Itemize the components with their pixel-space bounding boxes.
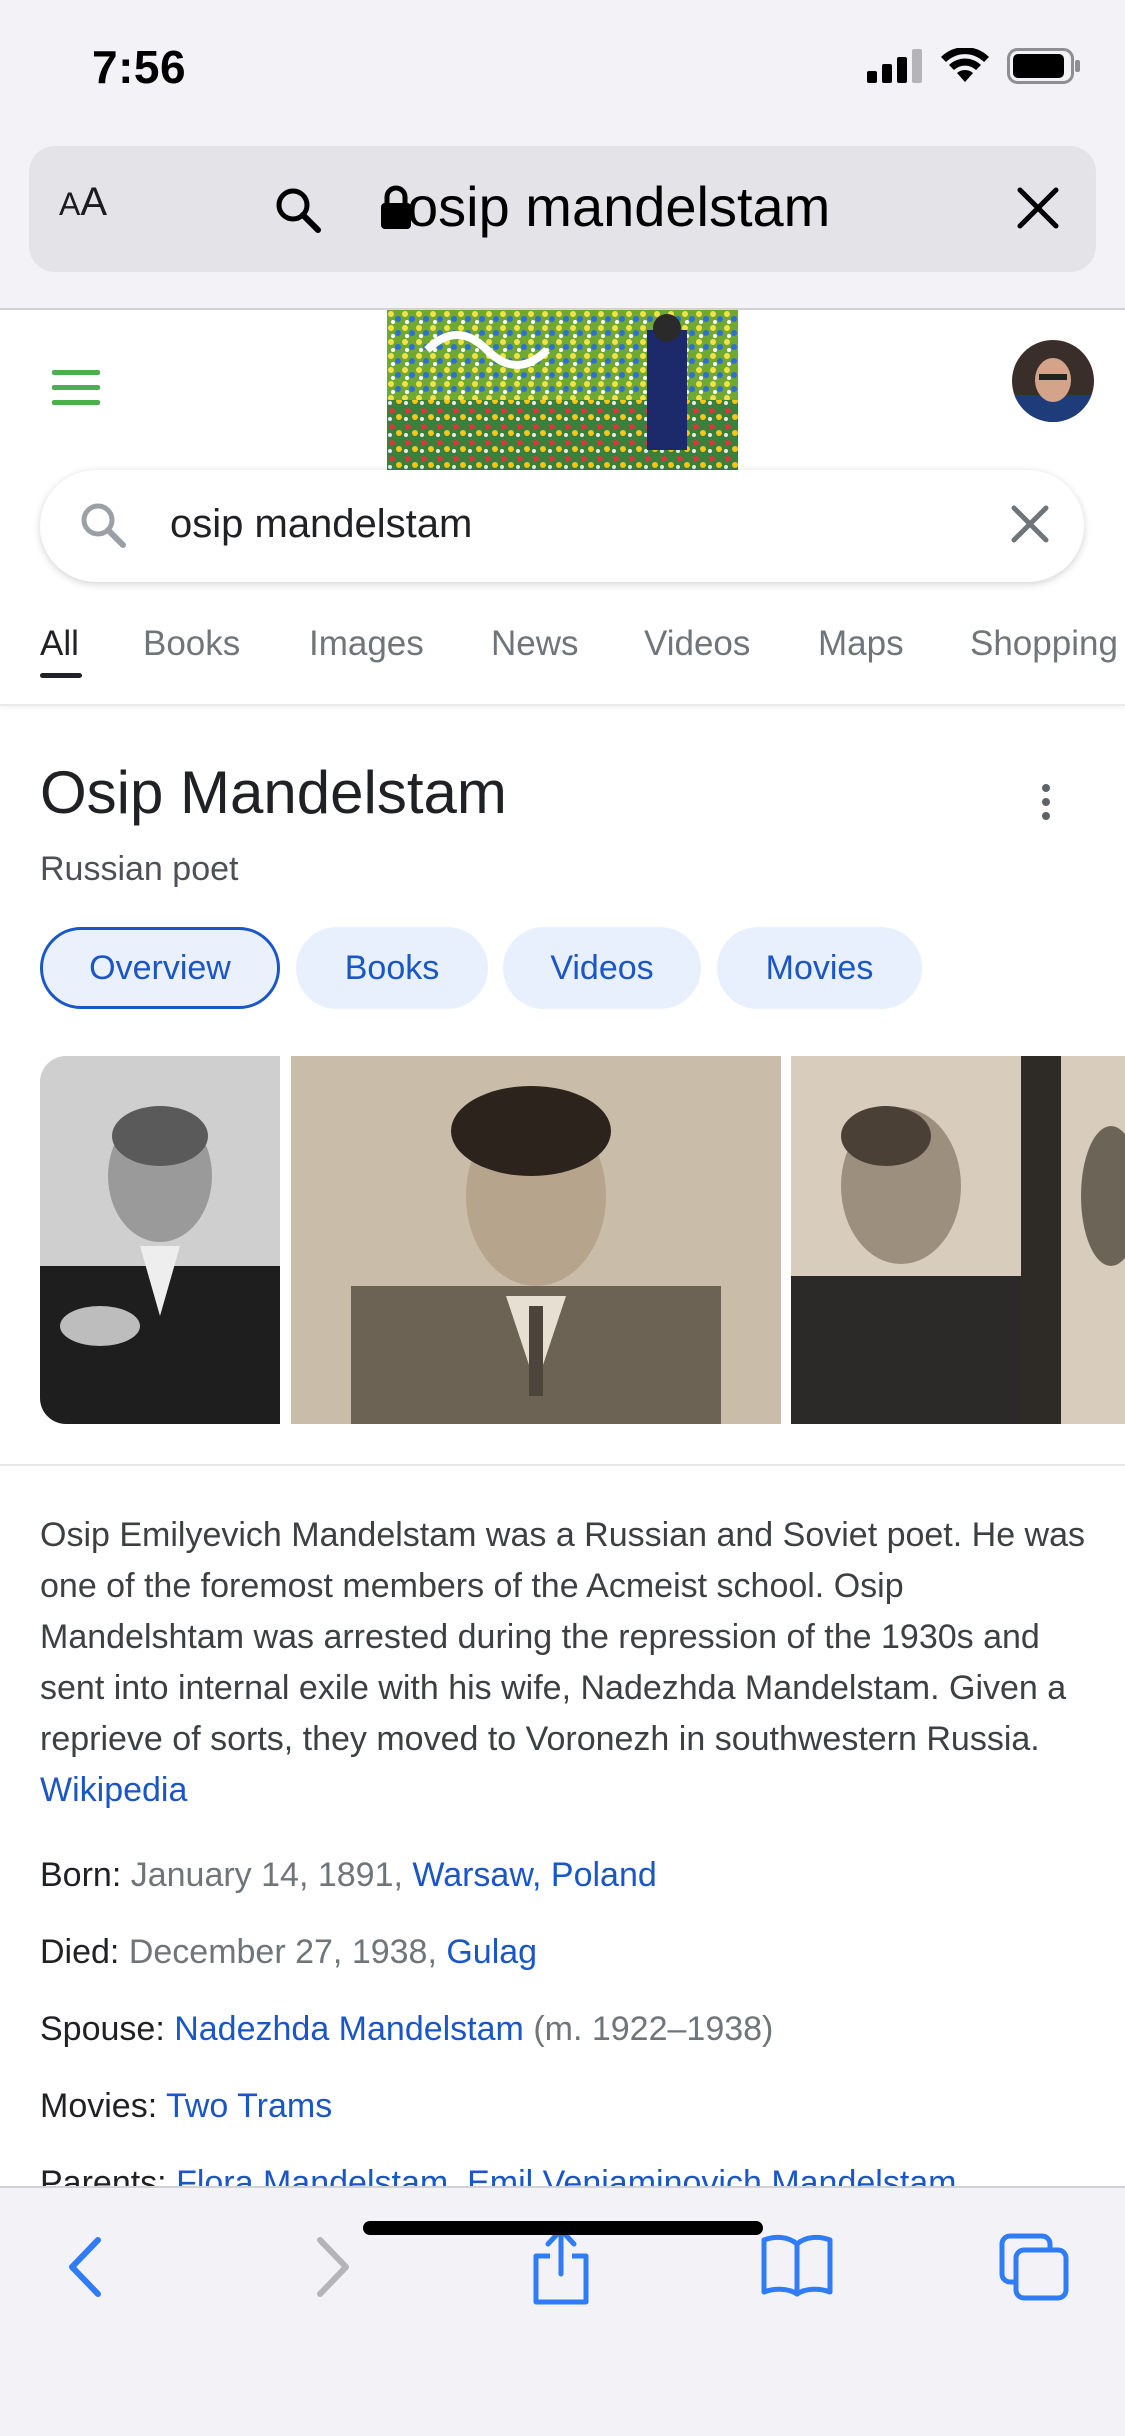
signal-icon (867, 49, 922, 83)
died-place-link[interactable]: Gulag (446, 1933, 537, 1971)
tab-all[interactable]: All (40, 624, 79, 664)
fact-born: Born: January 14, 1891, Warsaw, Poland (40, 1856, 657, 1894)
search-input[interactable]: osip mandelstam (170, 502, 472, 547)
close-icon[interactable] (1016, 186, 1060, 230)
address-bar[interactable]: AA osip mandelstam (29, 146, 1096, 272)
status-bar: 7:56 (0, 0, 1125, 140)
address-text[interactable]: osip mandelstam (407, 174, 830, 239)
tab-news[interactable]: News (491, 624, 579, 664)
photo-2[interactable] (291, 1056, 781, 1424)
share-icon[interactable] (530, 2224, 592, 2306)
movie-link[interactable]: Two Trams (166, 2087, 332, 2125)
battery-icon (1007, 48, 1080, 84)
home-indicator[interactable] (363, 2221, 763, 2235)
wifi-icon (941, 48, 989, 82)
photo-1[interactable] (40, 1056, 280, 1424)
hamburger-menu-icon[interactable] (52, 370, 100, 405)
status-time: 7:56 (92, 41, 187, 93)
fact-died: Died: December 27, 1938, Gulag (40, 1933, 538, 1971)
more-vert-icon[interactable] (1042, 784, 1052, 820)
clear-search-icon[interactable] (1010, 504, 1050, 544)
description-text: Osip Emilyevich Mandelstam was a Russian… (40, 1516, 1086, 1758)
safari-top-bar: AA osip mandelstam (0, 140, 1125, 310)
search-tabs: All Books Images News Videos Maps Shoppi… (0, 610, 1125, 706)
forward-arrow-icon[interactable] (306, 2232, 356, 2302)
tab-books[interactable]: Books (143, 624, 240, 664)
avatar[interactable] (1012, 340, 1094, 422)
search-icon (81, 503, 126, 548)
google-doodle[interactable] (387, 310, 738, 470)
spouse-link[interactable]: Nadezhda Mandelstam (174, 2010, 524, 2048)
active-tab-indicator (40, 673, 82, 678)
chip-movies[interactable]: Movies (717, 927, 922, 1009)
knowledge-panel-subtitle: Russian poet (40, 850, 239, 888)
chip-books[interactable]: Books (296, 927, 488, 1009)
tab-maps[interactable]: Maps (818, 624, 904, 664)
knowledge-panel-title: Osip Mandelstam (40, 759, 507, 826)
fact-spouse: Spouse: Nadezhda Mandelstam (m. 1922–193… (40, 2010, 774, 2048)
chip-overview[interactable]: Overview (40, 927, 280, 1009)
status-icons (867, 48, 1081, 84)
tab-images[interactable]: Images (309, 624, 424, 664)
photo-3[interactable] (791, 1056, 1125, 1424)
tab-shopping[interactable]: Shopping (970, 624, 1118, 664)
google-header (0, 310, 1125, 470)
wikipedia-link[interactable]: Wikipedia (40, 1771, 187, 1809)
chip-videos[interactable]: Videos (503, 927, 701, 1009)
bookmarks-icon[interactable] (760, 2232, 834, 2298)
fact-movies: Movies: Two Trams (40, 2087, 333, 2125)
knowledge-panel-description: Osip Emilyevich Mandelstam was a Russian… (40, 1510, 1090, 1816)
back-arrow-icon[interactable] (62, 2232, 112, 2302)
tab-videos[interactable]: Videos (644, 624, 750, 664)
text-size-button[interactable]: AA (59, 180, 107, 225)
image-carousel (40, 1056, 1125, 1424)
section-divider (0, 1464, 1125, 1466)
born-place-link[interactable]: Warsaw, Poland (412, 1856, 656, 1894)
search-icon (276, 188, 321, 233)
google-search-box[interactable]: osip mandelstam (40, 470, 1084, 582)
tabs-icon[interactable] (998, 2232, 1070, 2302)
